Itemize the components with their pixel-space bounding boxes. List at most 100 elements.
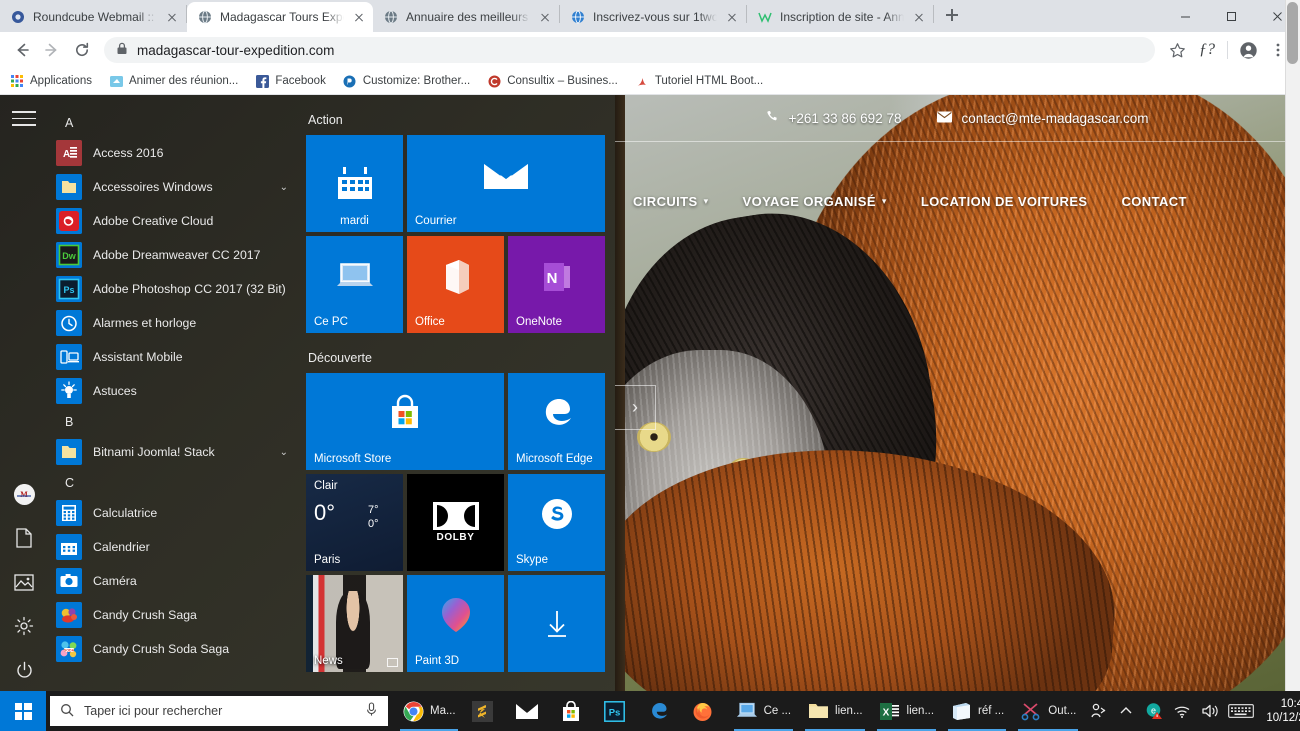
taskbar-item-edge[interactable] [640,691,684,731]
tab-close-icon[interactable] [351,9,367,25]
tile-paint-3d[interactable]: Paint 3D [407,575,504,672]
tab-close-icon[interactable] [911,9,927,25]
tile-microsoft-store[interactable]: Microsoft Store [306,373,504,470]
tile-courrier[interactable]: Courrier [407,135,605,232]
app-item-alarmes-et-horloge[interactable]: Alarmes et horloge [48,306,300,340]
app-item-accessoires-windows[interactable]: Accessoires Windows ⌄ [48,170,300,204]
tile-weather[interactable]: Clair 0° 7° 0° Paris [306,474,403,571]
maximize-button[interactable] [1208,0,1254,32]
forward-button[interactable] [38,36,66,64]
tile-calendar-mardi[interactable]: mardi [306,135,403,232]
app-item-camera[interactable]: Caméra [48,564,300,598]
bookmark-star-icon[interactable] [1163,36,1191,64]
taskbar-item-folder-lien[interactable]: lien... [799,691,871,731]
app-item-bitnami-joomla-stack[interactable]: Bitnami Joomla! Stack ⌄ [48,435,300,469]
tile-ce-pc[interactable]: Ce PC [306,236,403,333]
keyboard-icon[interactable] [1224,691,1258,731]
taskbar-item-mail[interactable] [508,691,552,731]
bookmark-animer-des-reunions[interactable]: Animer des réunion... [109,74,238,88]
slider-next-button[interactable]: › [614,385,656,430]
app-item-candy-crush-saga[interactable]: Candy Crush Saga [48,598,300,632]
app-item-candy-crush-soda-saga[interactable]: SODA Candy Crush Soda Saga [48,632,300,666]
taskbar-search-input[interactable]: Taper ici pour rechercher [50,696,388,726]
tile-office[interactable]: Office [407,236,504,333]
tab-title: Inscrivez-vous sur 1two [593,10,717,24]
browser-tab-1[interactable]: Madagascar Tours Expedition [187,2,373,32]
minimize-button[interactable] [1162,0,1208,32]
app-item-adobe-photoshop[interactable]: Ps Adobe Photoshop CC 2017 (32 Bit) [48,272,300,306]
app-item-adobe-dreamweaver[interactable]: Dw Adobe Dreamweaver CC 2017 [48,238,300,272]
nav-item-circuits[interactable]: CIRCUITS ▾ [633,194,709,209]
app-item-astuces[interactable]: Astuces [48,374,300,408]
back-button[interactable] [8,36,36,64]
browser-tab-3[interactable]: Inscrivez-vous sur 1two [560,2,746,32]
weather-condition: Clair [314,480,338,492]
tile-onenote[interactable]: N OneNote [508,236,605,333]
address-bar[interactable]: madagascar-tour-expedition.com [104,37,1155,63]
browser-tab-2[interactable]: Annuaire des meilleurs sites In [373,2,559,32]
chevron-up-icon[interactable] [1112,691,1140,731]
taskbar-item-photoshop[interactable]: Ps [596,691,640,731]
scrollbar-thumb[interactable] [1287,2,1298,64]
browser-tab-0[interactable]: Roundcube Webmail :: soumis [0,2,186,32]
onedrive-alert-icon[interactable]: e [1140,691,1168,731]
tab-close-icon[interactable] [724,9,740,25]
documents-icon[interactable] [13,527,35,549]
page-scrollbar[interactable] [1285,0,1300,731]
reload-button[interactable] [68,36,96,64]
app-item-access-2016[interactable]: A Access 2016 [48,136,300,170]
taskbar-item-notepad-ref[interactable]: réf ... [942,691,1012,731]
taskbar-item-ce-pc[interactable]: Ce ... [728,691,799,731]
hamburger-icon[interactable] [12,111,36,131]
windows-start-icon[interactable] [0,691,46,731]
power-icon[interactable] [13,659,35,681]
bookmark-consultix[interactable]: Consultix – Busines... [487,74,618,88]
app-item-adobe-creative-cloud[interactable]: Adobe Creative Cloud [48,204,300,238]
bookmark-customize-brother[interactable]: Customize: Brother... [343,74,470,88]
taskbar-item-excel-lien[interactable]: X lien... [871,691,943,731]
app-item-calendrier[interactable]: Calendrier [48,530,300,564]
tab-close-icon[interactable] [164,9,180,25]
app-item-assistant-mobile[interactable]: Assistant Mobile [48,340,300,374]
app-item-calculatrice[interactable]: Calculatrice [48,496,300,530]
chevron-down-icon[interactable]: ⌄ [280,447,300,458]
site-phone[interactable]: +261 33 86 692 78 [766,110,901,126]
tile-group-title-action[interactable]: Action [308,113,615,127]
chevron-down-icon[interactable]: ⌄ [280,182,300,193]
app-group-letter[interactable]: B [48,412,300,435]
wifi-icon[interactable] [1168,691,1196,731]
site-email[interactable]: contact@mte-madagascar.com [937,111,1149,126]
pictures-icon[interactable] [13,571,35,593]
bookmark-facebook[interactable]: Facebook [255,74,326,88]
nav-item-location-de-voitures[interactable]: LOCATION DE VOITURES [921,194,1088,209]
profile-icon[interactable] [1234,36,1262,64]
tile-group-title-decouverte[interactable]: Découverte [308,351,615,365]
browser-tab-4[interactable]: Inscription de site - Annuaire s [747,2,933,32]
microphone-icon[interactable] [365,702,378,720]
speaker-icon[interactable] [1196,691,1224,731]
bookmark-tutoriel-html-boot[interactable]: Tutoriel HTML Boot... [635,74,763,88]
app-group-letter[interactable]: C [48,473,300,496]
taskbar-clock[interactable]: 10:42 10/12/2019 [1258,697,1300,725]
settings-gear-icon[interactable] [13,615,35,637]
extension-icon[interactable]: ƒ? [1193,36,1221,64]
tile-dolby[interactable]: DOLBY [407,474,504,571]
tab-close-icon[interactable] [537,9,553,25]
user-avatar[interactable]: M [13,483,35,505]
bookmark-applications[interactable]: Applications [10,74,92,88]
taskbar-item-sublime-text[interactable] [464,691,508,731]
people-icon[interactable] [1084,691,1112,731]
tile-download[interactable] [508,575,605,672]
new-tab-button[interactable] [938,1,966,29]
taskbar-item-snipping-tool[interactable]: Out... [1012,691,1084,731]
nav-item-voyage-organise[interactable]: VOYAGE ORGANISÉ ▾ [743,194,887,209]
nav-item-contact[interactable]: CONTACT [1121,194,1186,209]
app-group-letter[interactable]: A [48,113,300,136]
tile-skype[interactable]: Skype [508,474,605,571]
taskbar-item-store[interactable] [552,691,596,731]
tile-news[interactable]: News [306,575,403,672]
taskbar-item-chrome[interactable]: Ma... [394,691,464,731]
taskbar-item-firefox[interactable] [684,691,728,731]
tile-microsoft-edge[interactable]: Microsoft Edge [508,373,605,470]
start-menu-app-list[interactable]: A A Access 2016 Accessoires Windows ⌄ Ad… [48,95,300,691]
